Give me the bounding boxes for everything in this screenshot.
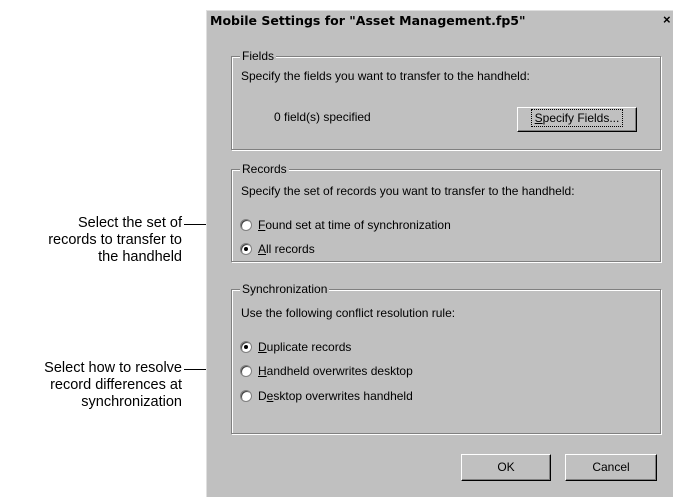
radio-selected-dot — [244, 345, 248, 349]
records-group: Records Specify the set of records you w… — [231, 162, 661, 262]
records-callout: Select the set of records to transfer to… — [48, 215, 182, 266]
mobile-settings-dialog: Mobile Settings for "Asset Management.fp… — [206, 10, 673, 497]
records-callout-line2: records to transfer to — [48, 232, 182, 248]
radio-selected-dot — [244, 247, 248, 251]
specify-fields-button[interactable]: Specify Fields... — [517, 107, 637, 132]
records-callout-line1: Select the set of — [78, 215, 182, 231]
sync-callout-line2: record differences at — [50, 377, 182, 393]
fields-count: 0 field(s) specified — [274, 110, 371, 124]
specify-fields-label: Specify Fields... — [530, 109, 624, 127]
radio-found-set-label: Found set at time of synchronization — [258, 218, 451, 232]
radio-all-records-label: All records — [258, 242, 315, 256]
radio-handheld-overwrites-label: Handheld overwrites desktop — [258, 364, 413, 378]
sync-group: Synchronization Use the following confli… — [231, 282, 661, 434]
sync-callout-line1: Select how to resolve — [44, 360, 182, 376]
fields-legend: Fields — [240, 49, 277, 63]
radio-desktop-overwrites-circle[interactable] — [240, 390, 252, 402]
dialog-title: Mobile Settings for "Asset Management.fp… — [210, 13, 526, 28]
ok-button[interactable]: OK — [461, 454, 551, 481]
cancel-button[interactable]: Cancel — [565, 454, 657, 481]
radio-handheld-overwrites-circle[interactable] — [240, 365, 252, 377]
sync-callout-line3: synchronization — [81, 394, 182, 410]
radio-all-records-circle[interactable] — [240, 243, 252, 255]
radio-found-set-circle[interactable] — [240, 219, 252, 231]
fields-description: Specify the fields you want to transfer … — [241, 69, 530, 83]
sync-description: Use the following conflict resolution ru… — [241, 306, 456, 320]
radio-desktop-overwrites-label: Desktop overwrites handheld — [258, 389, 413, 403]
records-description: Specify the set of records you want to t… — [241, 184, 575, 198]
title-bar[interactable]: Mobile Settings for "Asset Management.fp… — [207, 11, 673, 31]
fields-group: Fields Specify the fields you want to tr… — [231, 49, 661, 150]
records-callout-line3: the handheld — [98, 249, 182, 265]
radio-duplicate-records-label: Duplicate records — [258, 340, 352, 354]
sync-legend: Synchronization — [240, 282, 330, 296]
sync-callout: Select how to resolve record differences… — [44, 360, 182, 411]
radio-duplicate-records-circle[interactable] — [240, 341, 252, 353]
close-icon[interactable]: × — [663, 13, 673, 27]
records-legend: Records — [240, 162, 289, 176]
